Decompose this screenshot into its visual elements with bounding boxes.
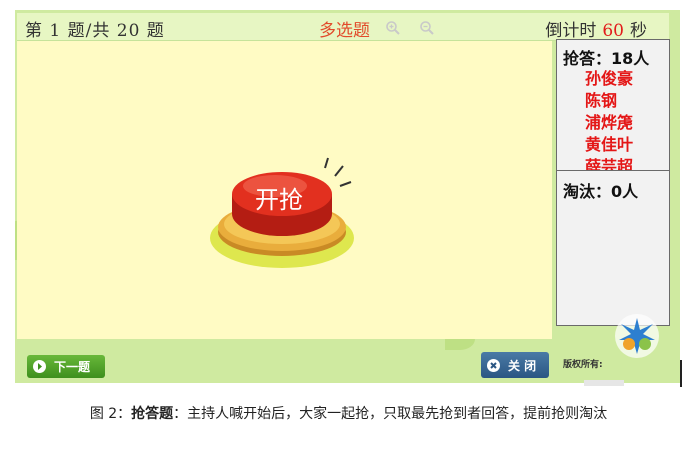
- timer-unit: 秒: [630, 21, 647, 41]
- question-stage: 开抢: [17, 41, 552, 339]
- list-item: 黄佳叶: [585, 135, 634, 154]
- arrow-right-icon: [33, 360, 46, 373]
- zoom-in-icon[interactable]: [385, 20, 401, 36]
- answer-panel: 抢答：18人 孙俊豪 陈钢 浦烨箎 黄佳叶 薛芸超 淘汰：0人: [556, 39, 670, 326]
- list-item: 浦烨箎: [585, 113, 634, 132]
- bottom-bar: 下一题 关 闭 版权所有:: [15, 342, 680, 383]
- copyright-label: 版权所有:: [563, 360, 603, 370]
- figure-caption: 图 2：抢答题：主持人喊开始后，大家一起抢，只取最先抢到者回答，提前抢则淘汰: [0, 403, 697, 423]
- list-item: 薛芸超: [585, 157, 634, 171]
- question-counter: 第 1 题/共 20 题: [25, 21, 165, 41]
- caption-prefix: 图 2：: [89, 406, 132, 422]
- eliminated-title: 淘汰：0人: [563, 182, 639, 201]
- answered-section: 抢答：18人 孙俊豪 陈钢 浦烨箎 黄佳叶 薛芸超: [557, 40, 669, 171]
- close-button[interactable]: 关 闭: [481, 352, 549, 378]
- next-question-label: 下一题: [54, 360, 91, 374]
- timer-label: 倒计时: [545, 21, 597, 41]
- brand-logo: [615, 314, 659, 358]
- answered-title: 抢答：18人: [563, 49, 650, 68]
- divider: [680, 360, 682, 387]
- buzzer-label: 开抢: [255, 186, 303, 214]
- list-item: 孙俊豪: [585, 69, 634, 88]
- quiz-app-window: 第 1 题/共 20 题 多选题 倒计时 60 秒 开抢 抢答：18人 孙俊豪 …: [15, 10, 680, 383]
- list-item: 陈钢: [585, 91, 618, 110]
- caption-text: ：主持人喊开始后，大家一起抢，只取最先抢到者回答，提前抢则淘汰: [173, 406, 608, 422]
- close-icon: [487, 358, 500, 372]
- question-type: 多选题: [319, 21, 370, 41]
- top-bar: 第 1 题/共 20 题 多选题 倒计时 60 秒: [17, 13, 669, 41]
- divider: [584, 380, 624, 386]
- caption-term: 抢答题: [131, 406, 174, 422]
- zoom-out-icon[interactable]: [419, 20, 435, 36]
- next-question-button[interactable]: 下一题: [27, 355, 105, 378]
- close-label: 关 闭: [508, 358, 537, 373]
- timer-value: 60: [602, 21, 624, 41]
- answered-list: 孙俊豪 陈钢 浦烨箎 黄佳叶 薛芸超: [585, 68, 634, 171]
- countdown-timer: 倒计时 60 秒: [545, 16, 647, 41]
